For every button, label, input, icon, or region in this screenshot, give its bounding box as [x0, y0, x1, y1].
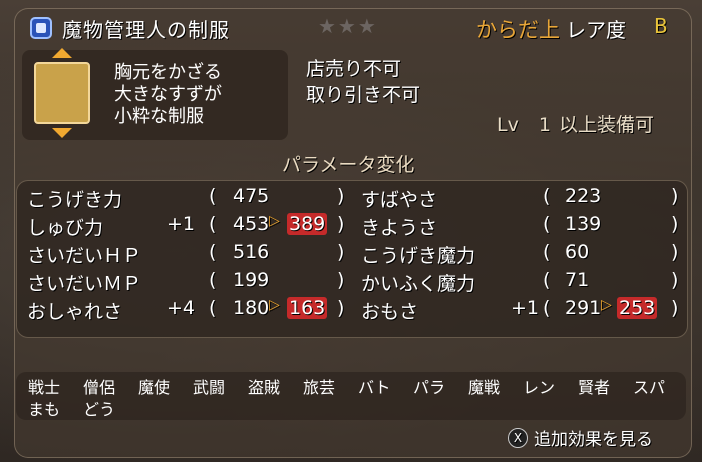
stat-name: きようさ	[361, 217, 438, 239]
stat-value: 475	[233, 185, 270, 207]
description-line: 小粋な制服	[114, 106, 204, 127]
stat-close: )	[337, 185, 345, 207]
stat-bonus: +1	[511, 297, 540, 319]
x-button-icon: X	[508, 427, 528, 448]
stat-name: すばやさ	[361, 189, 438, 211]
stat-new: 163	[287, 297, 328, 319]
job-5: 旅芸	[303, 378, 336, 397]
stat-open: (	[543, 269, 551, 291]
stat-open: (	[209, 269, 217, 291]
job-3: 武闘	[193, 378, 226, 397]
job-4: 盗賊	[248, 378, 281, 397]
job-11: スパ	[633, 378, 666, 397]
trade-restrictions: 店売り不可 取り引き不可	[306, 56, 420, 108]
stat-name: こうげき魔力	[361, 245, 476, 267]
stat-arrow: ▷	[601, 297, 612, 313]
stat-bonus: +1	[167, 213, 196, 235]
scroll-up-arrow-icon[interactable]	[52, 48, 72, 58]
stat-value: 199	[233, 269, 270, 291]
stat-name: おしゃれさ	[27, 301, 123, 323]
stat-open: (	[543, 297, 551, 319]
parameter-change-title: パラメータ変化	[282, 154, 415, 176]
stat-value: 60	[565, 241, 590, 263]
stat-open: (	[209, 297, 217, 319]
job-8: 魔戦	[468, 378, 501, 397]
stat-name: こうげき力	[27, 189, 123, 211]
stat-close: )	[671, 185, 679, 207]
stat-value: 71	[565, 269, 590, 291]
additional-effects-button[interactable]: X 追加効果を見る	[508, 425, 653, 450]
level-value: 1	[538, 114, 551, 136]
stat-name: さいだいＭＰ	[27, 273, 142, 295]
stat-close: )	[671, 269, 679, 291]
description-line: 胸元をかざる	[114, 62, 222, 83]
stat-open: (	[209, 185, 217, 207]
stat-value: 516	[233, 241, 270, 263]
level-requirement: Lv 1 以上装備可	[497, 110, 654, 137]
item-title: 魔物管理人の制服	[62, 17, 230, 42]
job-0: 戦士	[28, 378, 61, 397]
rarity-value: B	[654, 14, 668, 38]
item-summary: 胸元をかざる 大きなすずが 小粋な制服	[22, 48, 288, 140]
job-7: パラ	[413, 378, 446, 397]
stat-value: 453	[233, 213, 270, 235]
job-9: レン	[523, 378, 556, 397]
stat-close: )	[337, 213, 345, 235]
item-description: 胸元をかざる 大きなすずが 小粋な制服	[114, 62, 222, 128]
additional-effects-label: 追加効果を見る	[534, 430, 653, 450]
stat-bonus: +4	[167, 297, 196, 319]
job-10: 賢者	[578, 378, 611, 397]
stat-value: 223	[565, 185, 602, 207]
stat-name: しゅび力	[27, 217, 104, 239]
job-2: 魔使	[138, 378, 171, 397]
stat-name: かいふく魔力	[361, 273, 476, 295]
stat-value: 180	[233, 297, 270, 319]
scroll-down-arrow-icon[interactable]	[52, 128, 72, 138]
stat-new: 253	[617, 297, 658, 319]
uniform-icon	[34, 62, 90, 124]
stat-close: )	[671, 241, 679, 263]
stat-open: (	[543, 185, 551, 207]
level-suffix: 以上装備可	[558, 114, 654, 136]
stat-open: (	[209, 241, 217, 263]
stat-close: )	[337, 241, 345, 263]
stat-open: (	[543, 241, 551, 263]
stat-arrow: ▷	[269, 297, 280, 313]
stat-close: )	[337, 297, 345, 319]
level-label: Lv	[497, 114, 519, 136]
shop-restriction: 店売り不可	[306, 58, 402, 80]
rarity-label: レア度	[566, 18, 626, 42]
job-list: 戦士 僧侶 魔使 武闘 盗賊 旅芸 バト パラ 魔戦 レン 賢者 スパまも どう	[16, 372, 686, 420]
equip-slot: からだ上	[476, 18, 560, 42]
stats-table: こうげき力(475) しゅび力 +1(453 ▷ 389) さいだいＨＰ(516) さいだい…	[16, 180, 688, 338]
description-line: 大きなすずが	[114, 84, 222, 105]
job-row2-1: どう	[83, 400, 116, 419]
stat-close: )	[337, 269, 345, 291]
job-6: バト	[358, 378, 391, 397]
stat-value: 139	[565, 213, 602, 235]
stat-open: (	[209, 213, 217, 235]
stat-close: )	[671, 213, 679, 235]
job-1: 僧侶	[83, 378, 116, 397]
job-row2-0: まも	[28, 400, 61, 419]
stat-open: (	[543, 213, 551, 235]
stat-name: さいだいＨＰ	[27, 245, 142, 267]
armor-category-icon	[30, 17, 52, 39]
trade-restriction: 取り引き不可	[306, 84, 421, 106]
stat-arrow: ▷	[269, 213, 280, 229]
stat-value: 291	[565, 297, 602, 319]
stat-name: おもさ	[361, 301, 419, 323]
stat-new: 389	[287, 213, 328, 235]
stat-close: )	[671, 297, 679, 319]
star-rating: ★★★	[318, 14, 378, 38]
